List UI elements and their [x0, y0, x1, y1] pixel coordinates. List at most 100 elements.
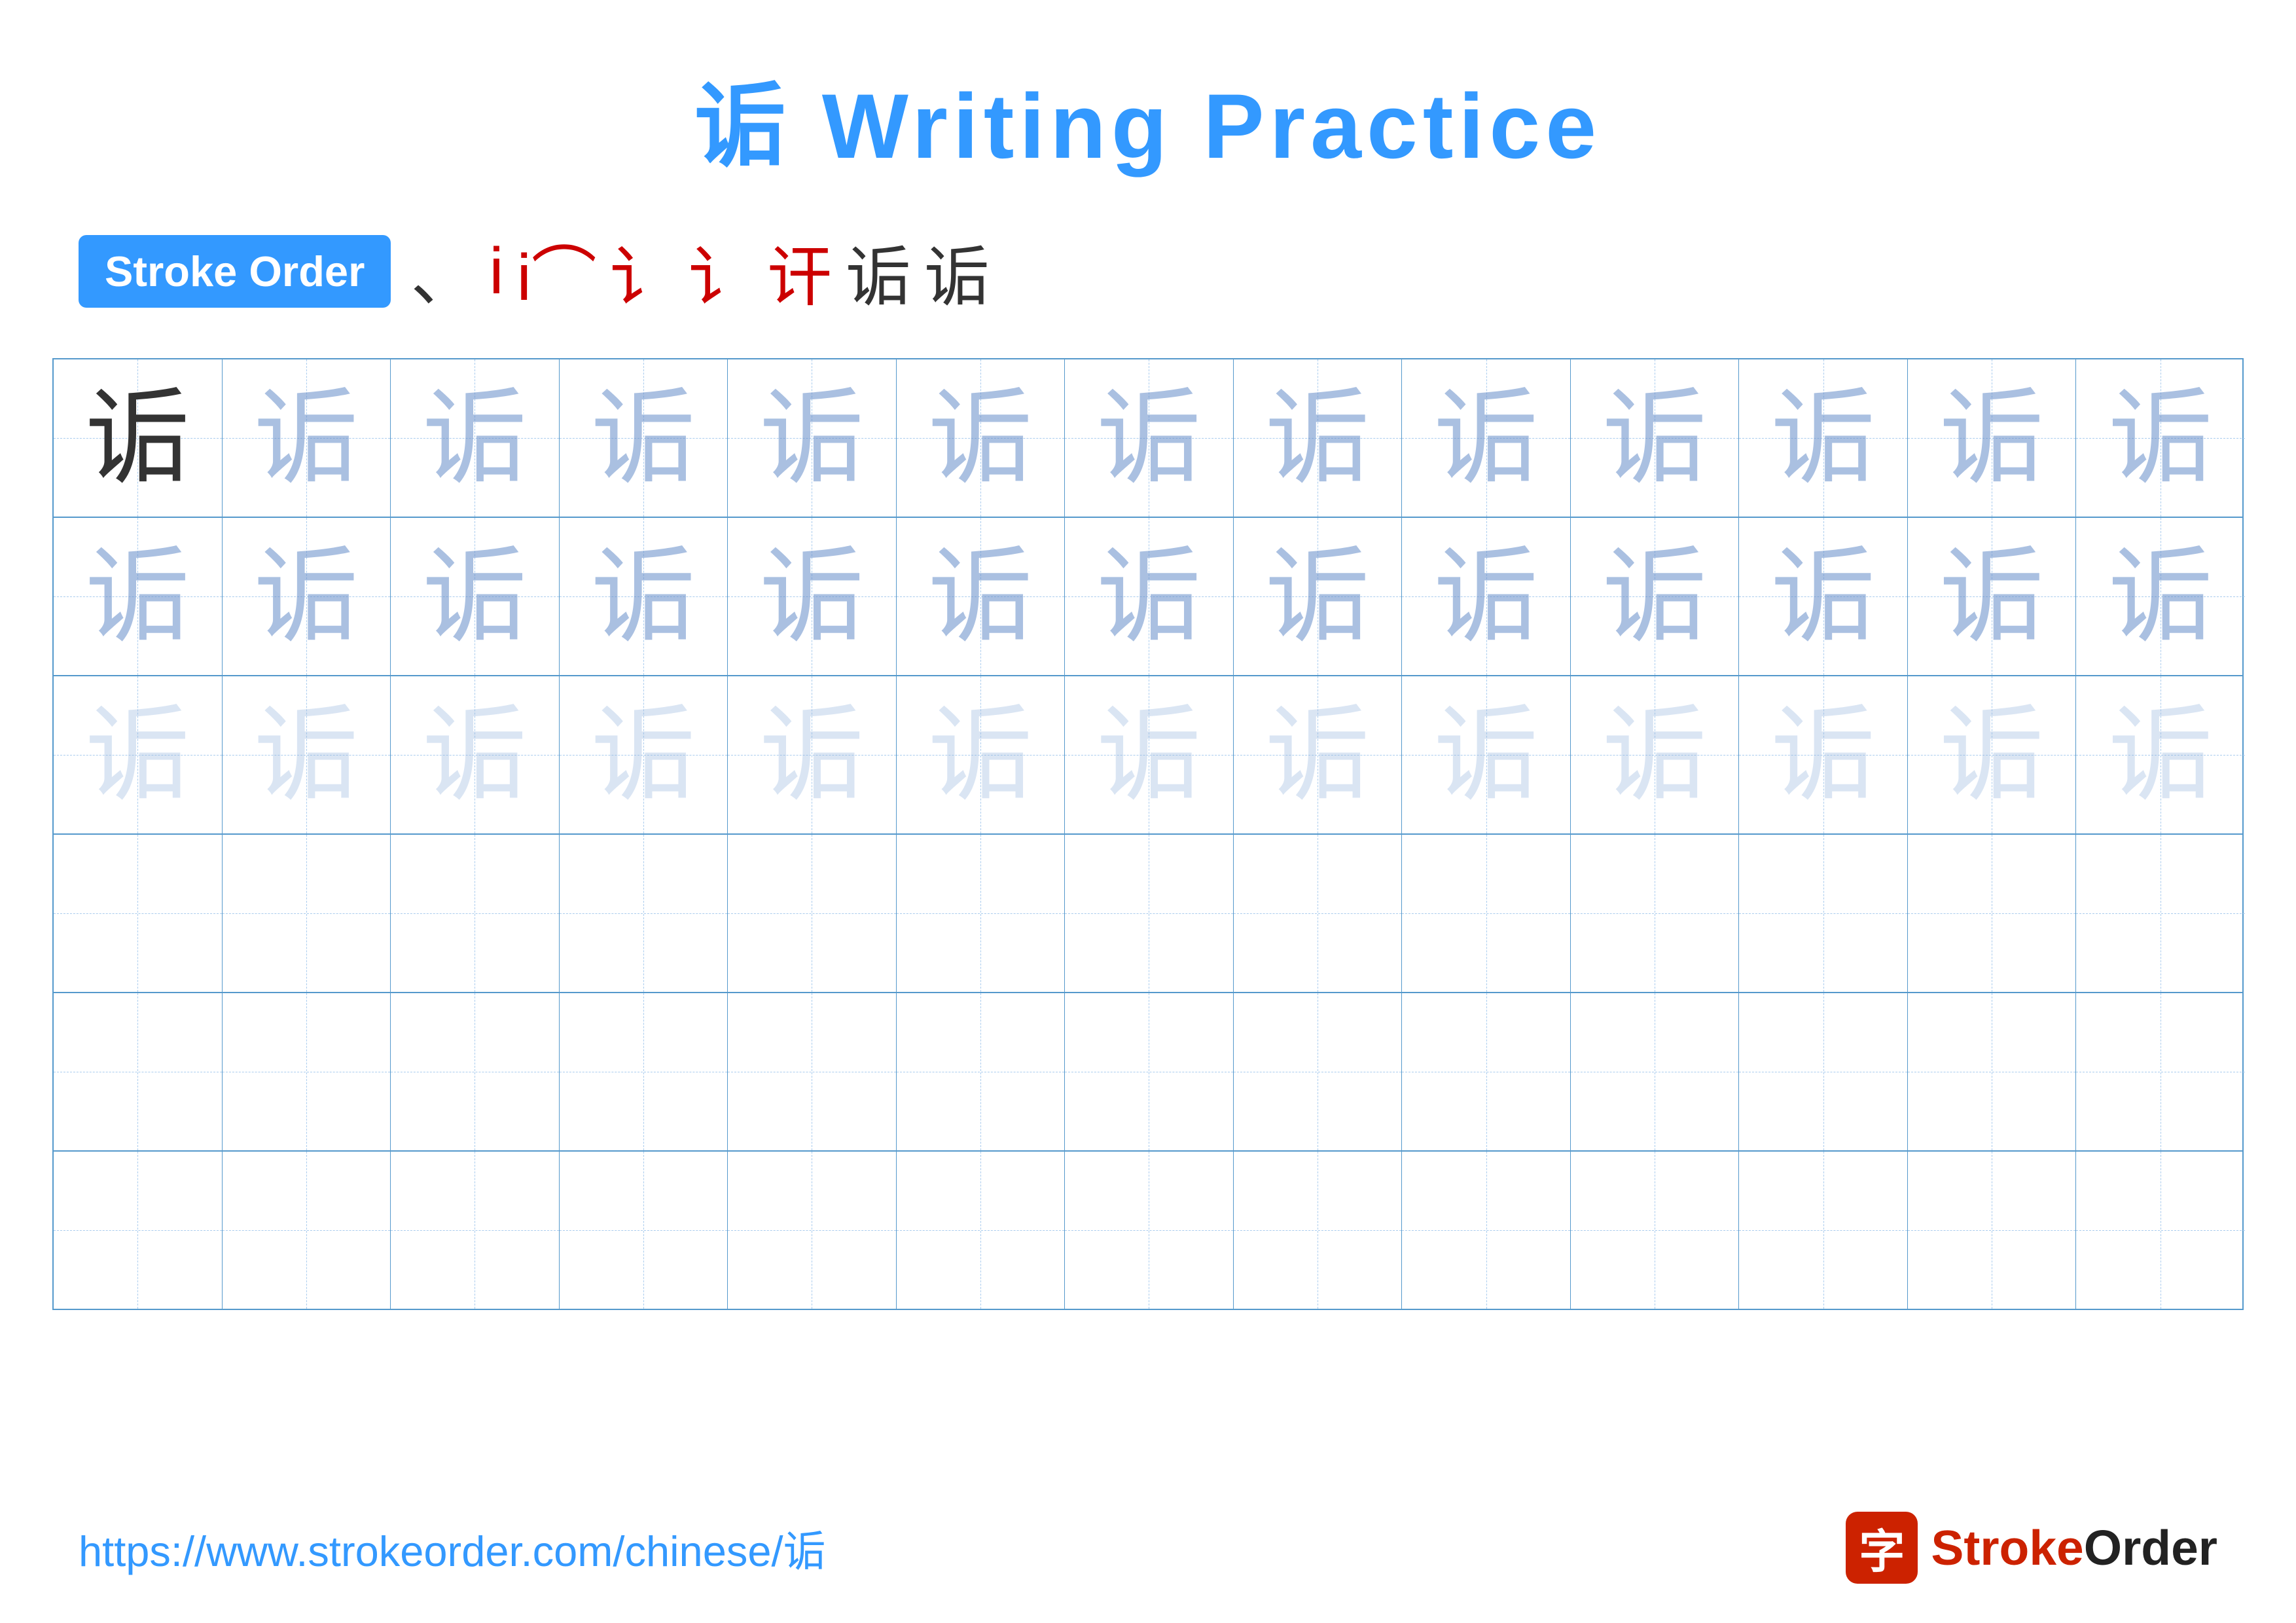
grid-cell-empty[interactable]: [1908, 1152, 2077, 1309]
grid-cell: 诟: [1908, 518, 2077, 675]
grid-cell-empty[interactable]: [1571, 1152, 1740, 1309]
char-faded-light: 诟: [759, 702, 864, 807]
grid-cell: 诟: [1571, 676, 1740, 833]
char-faded-dark: 诟: [759, 544, 864, 649]
grid-cell-empty[interactable]: [223, 835, 391, 992]
grid-cell: 诟: [560, 518, 728, 675]
stroke-order-badge: Stroke Order: [79, 235, 391, 308]
grid-cell: 诟: [223, 676, 391, 833]
char-faded: 诟: [254, 386, 359, 490]
grid-cell-empty[interactable]: [54, 835, 223, 992]
char-faded-dark: 诟: [85, 544, 190, 649]
char-faded: 诟: [1602, 386, 1707, 490]
grid-cell-empty[interactable]: [1739, 1152, 1908, 1309]
grid-cell-empty[interactable]: [728, 1152, 897, 1309]
grid-cell: 诟: [54, 676, 223, 833]
grid-cell-empty[interactable]: [1234, 835, 1403, 992]
grid-cell-empty[interactable]: [560, 993, 728, 1150]
grid-cell-empty[interactable]: [2076, 1152, 2245, 1309]
char-faded-dark: 诟: [1265, 544, 1370, 649]
grid-cell: 诟: [728, 518, 897, 675]
grid-cell: 诟: [1065, 676, 1234, 833]
grid-cell-empty[interactable]: [1402, 993, 1571, 1150]
grid-cell: 诟: [223, 518, 391, 675]
grid-cell-empty[interactable]: [560, 835, 728, 992]
grid-cell-empty[interactable]: [897, 1152, 1066, 1309]
grid-cell-empty[interactable]: [1234, 1152, 1403, 1309]
logo-text: StrokeOrder: [1931, 1520, 2217, 1576]
grid-cell: 诟: [560, 359, 728, 517]
grid-cell-empty[interactable]: [1739, 835, 1908, 992]
char-faded: 诟: [591, 386, 696, 490]
char-faded: 诟: [2108, 386, 2213, 490]
char-faded-light: 诟: [85, 702, 190, 807]
stroke-4: 讠: [610, 224, 675, 319]
grid-cell: 诟: [391, 518, 560, 675]
grid-cell-empty[interactable]: [1908, 993, 2077, 1150]
grid-cell-empty[interactable]: [1571, 835, 1740, 992]
char-faded-light: 诟: [928, 702, 1033, 807]
stroke-5: 讠: [689, 224, 754, 319]
grid-cell-empty[interactable]: [391, 1152, 560, 1309]
grid-cell-empty[interactable]: [54, 993, 223, 1150]
grid-cell: 诟: [1739, 359, 1908, 517]
grid-row-6[interactable]: [54, 1152, 2242, 1309]
grid-cell-empty[interactable]: [1234, 993, 1403, 1150]
grid-cell-empty[interactable]: [1739, 993, 1908, 1150]
stroke-7: 诟: [846, 224, 911, 319]
grid-cell-empty[interactable]: [1402, 835, 1571, 992]
char-faded-dark: 诟: [1939, 544, 2044, 649]
grid-row-5[interactable]: [54, 993, 2242, 1152]
grid-row-1: 诟 诟 诟 诟 诟 诟 诟 诟 诟 诟 诟 诟 诟: [54, 359, 2242, 518]
grid-cell-empty[interactable]: [560, 1152, 728, 1309]
grid-cell: 诟: [897, 359, 1066, 517]
grid-cell-empty[interactable]: [223, 993, 391, 1150]
grid-cell: 诟: [1234, 676, 1403, 833]
grid-cell: 诟: [1402, 518, 1571, 675]
grid-cell-empty[interactable]: [223, 1152, 391, 1309]
grid-cell: 诟: [1739, 518, 1908, 675]
grid-row-3: 诟 诟 诟 诟 诟 诟 诟 诟 诟 诟 诟 诟 诟: [54, 676, 2242, 835]
grid-cell: 诟: [1739, 676, 1908, 833]
logo-icon: 字: [1846, 1512, 1918, 1584]
grid-cell-empty[interactable]: [54, 1152, 223, 1309]
char-faded-dark: 诟: [591, 544, 696, 649]
grid-row-4[interactable]: [54, 835, 2242, 993]
stroke-sequence: 、 i i⌒ 讠 讠 讦 诟 诟: [410, 224, 989, 319]
grid-cell-empty[interactable]: [2076, 993, 2245, 1150]
grid-cell-empty[interactable]: [1065, 993, 1234, 1150]
char-faded: 诟: [1939, 386, 2044, 490]
grid-cell: 诟: [1908, 359, 2077, 517]
grid-cell-empty[interactable]: [391, 993, 560, 1150]
grid-cell-empty[interactable]: [897, 835, 1066, 992]
grid-cell: 诟: [2076, 676, 2245, 833]
char-faded: 诟: [1771, 386, 1876, 490]
grid-cell: 诟: [897, 518, 1066, 675]
char-faded: 诟: [759, 386, 864, 490]
grid-cell-empty[interactable]: [728, 835, 897, 992]
stroke-1: 、: [410, 224, 476, 319]
grid-cell: 诟: [1402, 359, 1571, 517]
grid-cell-empty[interactable]: [2076, 835, 2245, 992]
grid-cell: 诟: [2076, 359, 2245, 517]
grid-cell-empty[interactable]: [728, 993, 897, 1150]
char-faded-dark: 诟: [928, 544, 1033, 649]
grid-cell: 诟: [1402, 676, 1571, 833]
grid-cell: 诟: [728, 676, 897, 833]
grid-cell: 诟: [391, 676, 560, 833]
grid-cell-empty[interactable]: [897, 993, 1066, 1150]
grid-cell-empty[interactable]: [1571, 993, 1740, 1150]
char-faded-light: 诟: [2108, 702, 2213, 807]
grid-cell: 诟: [2076, 518, 2245, 675]
grid-cell-empty[interactable]: [391, 835, 560, 992]
grid-cell-empty[interactable]: [1908, 835, 2077, 992]
stroke-3: i⌒: [517, 224, 597, 319]
grid-cell-empty[interactable]: [1065, 835, 1234, 992]
char-faded-light: 诟: [1265, 702, 1370, 807]
char-faded: 诟: [928, 386, 1033, 490]
char-faded-dark: 诟: [254, 544, 359, 649]
stroke-6: 讦: [767, 224, 833, 319]
footer-url[interactable]: https://www.strokeorder.com/chinese/诟: [79, 1517, 826, 1578]
grid-cell-empty[interactable]: [1065, 1152, 1234, 1309]
grid-cell-empty[interactable]: [1402, 1152, 1571, 1309]
